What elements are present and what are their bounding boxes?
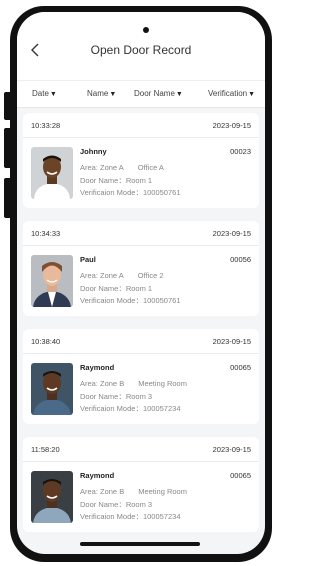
record-area: Area: Zone A [80,271,124,280]
record-time: 10:38:40 [31,337,61,346]
divider [23,137,259,138]
filter-name[interactable]: Name▼ [87,89,116,98]
record-date: 2023-09-15 [212,445,251,454]
record-mode: Verificaion Mode：100057234 [80,404,181,413]
record-mode: Verificaion Mode：100050761 [80,296,181,305]
filter-verification-label: Verification [208,89,248,98]
phone-screen: Open Door Record Date▼ Name▼ Door Name▼ … [17,12,265,554]
divider [23,353,259,354]
triangle-down-icon: ▼ [175,91,183,98]
filter-verification[interactable]: Verification▼ [208,89,255,98]
record-name: Paul [80,255,96,264]
record-office: Meeting Room [138,379,187,388]
filter-door-name-label: Door Name [134,89,175,98]
record-name: Raymond [80,363,115,372]
record-time: 10:34:33 [31,229,61,238]
record-date: 2023-09-15 [212,121,251,130]
filter-date[interactable]: Date▼ [32,89,57,98]
record-code: 00065 [230,471,251,480]
record-area: Area: Zone B [80,379,125,388]
triangle-down-icon: ▼ [109,91,117,98]
record-code: 00065 [230,363,251,372]
record-office: Office A [137,163,164,172]
record-area: Area: Zone A [80,163,124,172]
record-mode: Verificaion Mode：100057234 [80,512,181,521]
avatar [31,147,73,199]
avatar [31,471,73,523]
page-title: Open Door Record [90,43,192,57]
record-card[interactable]: 11:58:20 2023-09-15 Raymond 00065 Area: … [23,437,259,532]
record-name: Raymond [80,471,115,480]
record-office: Office 2 [137,271,164,280]
filter-name-label: Name [87,89,109,98]
home-indicator[interactable] [80,542,200,546]
divider [23,245,259,246]
record-card[interactable]: 10:34:33 2023-09-15 Paul 00056 Area: Zon… [23,221,259,316]
divider [23,461,259,462]
record-office: Meeting Room [138,487,187,496]
record-door: Door Name：Room 1 [80,176,153,185]
record-door: Door Name：Room 3 [80,392,153,401]
record-area-line: Area: Zone A Office 2 [80,271,164,280]
record-card[interactable]: 10:33:28 2023-09-15 Johnny 00023 Area: Z… [23,113,259,208]
record-area-line: Area: Zone B Meeting Room [80,379,187,388]
triangle-down-icon: ▼ [248,91,256,98]
avatar [31,363,73,415]
record-area-line: Area: Zone A Office A [80,163,164,172]
record-code: 00056 [230,255,251,264]
record-area: Area: Zone B [80,487,125,496]
record-name: Johnny [80,147,107,156]
avatar [31,255,73,307]
filter-door-name[interactable]: Door Name▼ [134,89,183,98]
triangle-down-icon: ▼ [49,91,57,98]
record-card[interactable]: 10:38:40 2023-09-15 Raymond 00065 Area: … [23,329,259,424]
record-date: 2023-09-15 [212,337,251,346]
record-date: 2023-09-15 [212,229,251,238]
record-mode: Verificaion Mode：100050761 [80,188,181,197]
record-code: 00023 [230,147,251,156]
camera-icon [143,27,149,33]
record-time: 11:58:20 [31,445,60,454]
filter-date-label: Date [32,89,49,98]
filter-bar: Date▼ Name▼ Door Name▼ Verification▼ [17,80,265,108]
record-door: Door Name：Room 3 [80,500,153,509]
record-door: Door Name：Room 1 [80,284,153,293]
top-bar: Open Door Record [17,12,265,80]
record-time: 10:33:28 [31,121,61,130]
record-area-line: Area: Zone B Meeting Room [80,487,187,496]
